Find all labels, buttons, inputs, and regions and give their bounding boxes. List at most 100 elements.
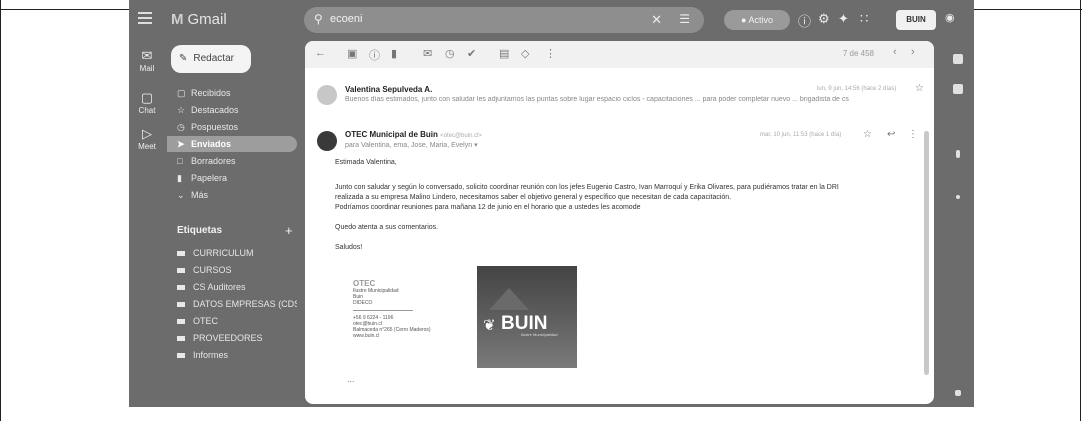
compose-button[interactable]: ✎ Redactar [171,45,251,73]
label-tag-icon [177,268,185,274]
nav-item-starred[interactable]: ☆ Destacados [167,102,297,118]
rail-item-mail[interactable]: ✉ Mail [133,48,161,73]
message-snippet: Buenos días estimados, junto con saludar… [345,96,849,103]
label-tag-icon [177,251,185,257]
label-icon[interactable]: ◇ [521,47,529,60]
label-name: CS Auditores [193,282,246,292]
reply-icon[interactable]: ↩ [887,129,895,140]
label-item[interactable]: OTEC [177,316,297,326]
status-label: Activo [748,15,773,25]
apps-grid-icon[interactable]: ∷ [860,11,868,27]
status-chip[interactable]: ● Activo [724,10,790,30]
collapsed-message[interactable]: Valentina Sepulveda A. Buenos días estim… [305,81,934,121]
nav-item-snoozed[interactable]: ◷ Pospuestos [167,119,297,135]
gear-icon[interactable]: ⚙ [818,11,830,27]
nav-item-more[interactable]: ⌄ Más [167,187,297,203]
scrollbar[interactable] [924,131,929,375]
divider [353,310,413,311]
rail-label: Meet [138,142,156,151]
nav-item-drafts[interactable]: □ Borradores [167,153,297,169]
building-roof-shape [489,288,529,310]
move-to-icon[interactable]: ▤ [499,47,509,60]
label-tag-icon [177,285,185,291]
chevron-right-icon[interactable] [955,390,961,396]
gmail-m-icon: M [171,11,184,28]
app-rail: ✉ Mail ▢ Chat ▷ Meet [129,40,165,407]
nav-label: Papelera [191,173,228,183]
tasks-icon[interactable] [956,150,960,158]
star-icon[interactable]: ☆ [915,83,924,94]
add-label-icon[interactable]: + [285,223,293,238]
rail-item-chat[interactable]: ▢ Chat [133,90,161,115]
add-task-icon[interactable]: ✔ [467,47,476,60]
pencil-icon: ✎ [179,53,188,64]
nav-label: Borradores [191,156,236,166]
clock-icon: ◷ [177,122,185,132]
chevron-right-icon[interactable]: › [911,46,915,58]
signature-card: OTEC Ilustre Municipalidad Buin DIDECO +… [353,279,451,356]
snooze-icon[interactable]: ◷ [445,47,455,60]
mark-unread-icon[interactable]: ✉ [423,47,432,60]
rail-label: Chat [138,106,156,115]
label-tag-icon [177,302,185,308]
label-name: PROVEEDORES [193,333,263,343]
search-query[interactable]: ecoeni [330,13,362,25]
message-greeting: Estimada Valentina, [335,159,397,166]
label-item[interactable]: DATOS EMPRESAS (CDS... [177,299,297,309]
label-item[interactable]: CURRICULUM [177,248,297,258]
archive-icon[interactable]: ▣ [347,47,357,60]
chevron-down-icon: ⌄ [177,190,185,200]
sidebar: ✎ Redactar ▢ Recibidos ☆ Destacados ◷ Pospue… [167,40,302,407]
label-item[interactable]: PROVEEDORES [177,333,297,343]
mail-icon: ✉ [141,48,153,63]
filter-icon[interactable]: ☰ [679,12,690,26]
label-name: Informes [193,350,229,360]
message-body-line: Junto con saludar y según lo conversado,… [335,184,839,191]
contacts-icon[interactable] [956,195,960,199]
rail-item-meet[interactable]: ▷ Meet [133,126,161,151]
signature-org: OTEC [353,279,376,288]
nav-item-sent[interactable]: ➤ Enviados [167,136,297,152]
search-icon[interactable]: ⚲ [314,12,323,26]
more-vert-icon[interactable]: ⋮ [545,47,556,60]
labels-title: Etiquetas [177,225,223,236]
back-arrow-icon[interactable]: ← [315,47,326,59]
gmail-screenshot: M Gmail ⚲ ecoeni ✕ ☰ ● Activo ⓘ ⚙ ✦ ∷ BUI… [129,0,974,407]
star-icon[interactable]: ☆ [863,129,872,140]
avatar[interactable]: ◉ [945,11,955,24]
nav-label: Pospuestos [191,122,239,132]
recipients-text: para Valentina, ema, Jose, Maria, Evelyn [345,142,473,149]
calendar-icon[interactable] [953,54,963,64]
show-trimmed-button[interactable]: ... [347,374,355,384]
keep-icon[interactable] [953,84,963,94]
label-item[interactable]: Informes [177,350,297,360]
label-tag-icon [177,353,185,359]
search-bar[interactable]: ⚲ ecoeni ✕ ☰ [304,7,704,33]
label-name: DATOS EMPRESAS (CDS... [193,299,297,309]
delete-icon[interactable]: ▮ [391,47,397,60]
account-logo[interactable]: BUIN [896,10,936,30]
crest-icon: ❦ [483,317,496,334]
message-recipients[interactable]: para Valentina, ema, Jose, Maria, Evelyn… [345,141,478,149]
label-item[interactable]: CURSOS [177,265,297,275]
spam-icon[interactable]: ⓘ [369,47,380,63]
sparkle-icon[interactable]: ✦ [838,11,849,27]
signature-banner-image: ❦ BUIN Ilustre Municipalidad [477,266,577,368]
nav-item-inbox[interactable]: ▢ Recibidos [167,85,297,101]
message-signoff: Saludos! [335,244,363,251]
more-vert-icon[interactable]: ⋮ [908,129,918,140]
chevron-left-icon[interactable]: ‹ [893,46,897,58]
label-name: CURRICULUM [193,248,254,258]
help-icon[interactable]: ⓘ [798,11,811,30]
hamburger-menu-icon[interactable] [138,12,152,24]
right-side-panel [944,40,974,407]
close-icon[interactable]: ✕ [651,12,662,28]
star-icon: ☆ [177,105,186,115]
message-closing: Quedo atenta a sus comentarios. [335,224,439,231]
message-sender: Valentina Sepulveda A. [345,85,433,94]
nav-item-trash[interactable]: ▮ Papelera [167,170,297,186]
pager-count: 7 de 458 [842,49,874,58]
gmail-logo[interactable]: M Gmail [171,11,227,28]
sender-email: <otec@buin.cl> [440,133,482,139]
label-item[interactable]: CS Auditores [177,282,297,292]
